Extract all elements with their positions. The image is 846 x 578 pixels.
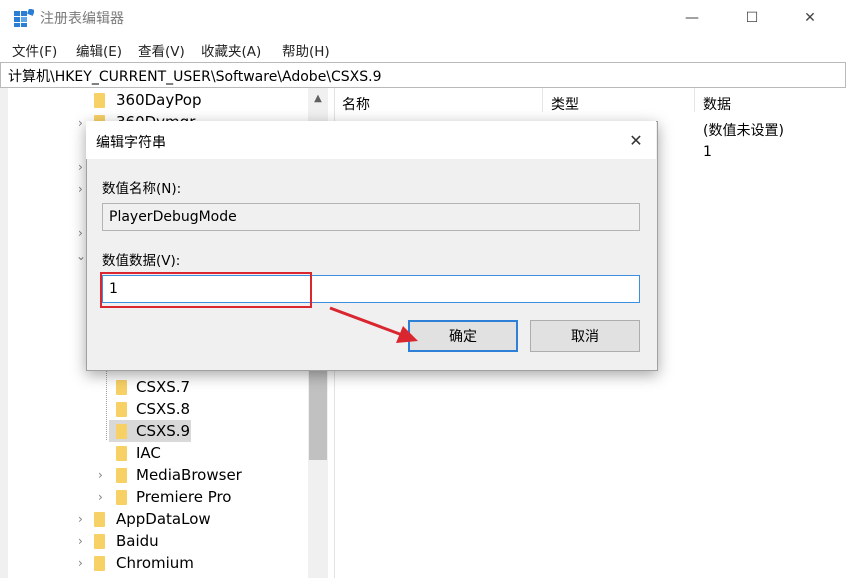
dialog-title-bar: [86, 121, 656, 159]
column-header-type[interactable]: 类型: [551, 94, 579, 114]
value-name-field: PlayerDebugMode: [102, 203, 640, 231]
menu-edit[interactable]: 编辑(E): [76, 40, 122, 60]
maximize-icon: ☐: [745, 10, 759, 26]
tree-item-premiere-pro[interactable]: Premiere Pro: [136, 488, 232, 506]
cancel-button[interactable]: 取消: [530, 320, 640, 352]
chevron-right-icon[interactable]: ›: [78, 556, 83, 570]
tree-item-appdatalow[interactable]: AppDataLow: [116, 510, 211, 528]
close-icon: ✕: [629, 130, 643, 150]
maximize-button[interactable]: ☐: [722, 0, 782, 36]
chevron-right-icon[interactable]: ›: [78, 534, 83, 548]
annotation-highlight-box: [100, 272, 312, 308]
folder-icon: [94, 556, 105, 571]
minimize-icon: —: [685, 10, 699, 26]
chevron-right-icon[interactable]: ›: [78, 116, 83, 130]
column-header-data[interactable]: 数据: [703, 94, 731, 114]
tree-item-csxs8[interactable]: CSXS.8: [136, 400, 190, 418]
folder-icon: [116, 468, 127, 483]
chevron-right-icon[interactable]: ›: [78, 182, 83, 196]
window-title: 注册表编辑器: [40, 11, 124, 27]
menu-file[interactable]: 文件(F): [12, 40, 57, 60]
close-button[interactable]: ✕: [780, 0, 840, 36]
tree-item-baidu[interactable]: Baidu: [116, 532, 159, 550]
folder-icon: [94, 534, 105, 549]
folder-open-icon: [116, 424, 127, 439]
column-divider[interactable]: [542, 88, 543, 112]
tree-connector: [106, 370, 108, 440]
minimize-button[interactable]: —: [662, 0, 722, 36]
chevron-right-icon[interactable]: ›: [78, 512, 83, 526]
dialog-title: 编辑字符串: [96, 135, 166, 151]
tree-scrollbar-thumb[interactable]: [309, 360, 327, 460]
chevron-right-icon[interactable]: ›: [98, 490, 103, 504]
folder-icon: [94, 93, 105, 108]
folder-icon: [116, 402, 127, 417]
tree-margin: [0, 88, 8, 578]
value-data-label: 数值数据(V):: [102, 253, 181, 269]
folder-icon: [116, 380, 127, 395]
tree-item-csxs9[interactable]: CSXS.9: [136, 422, 190, 440]
tree-item-chromium[interactable]: Chromium: [116, 554, 194, 572]
chevron-right-icon[interactable]: ›: [78, 226, 83, 240]
tree-item-360daypop[interactable]: 360DayPop: [116, 91, 201, 109]
close-icon: ✕: [804, 10, 816, 26]
tree-item-iac[interactable]: IAC: [136, 444, 161, 462]
chevron-right-icon[interactable]: ›: [98, 468, 103, 482]
folder-icon: [116, 446, 127, 461]
tree-item-csxs7[interactable]: CSXS.7: [136, 378, 190, 396]
value-name-label: 数值名称(N):: [102, 181, 182, 197]
chevron-right-icon[interactable]: ›: [78, 160, 83, 174]
dialog-close-button[interactable]: ✕: [618, 123, 654, 157]
ok-button[interactable]: 确定: [408, 320, 518, 352]
scroll-up-arrow-icon[interactable]: ▲: [308, 88, 328, 108]
menu-view[interactable]: 查看(V): [138, 40, 185, 60]
menu-favorites[interactable]: 收藏夹(A): [201, 40, 261, 60]
folder-icon: [116, 490, 127, 505]
menu-bar: [0, 37, 846, 61]
address-path[interactable]: 计算机\HKEY_CURRENT_USER\Software\Adobe\CSX…: [8, 66, 382, 86]
tree-item-mediabrowser[interactable]: MediaBrowser: [136, 466, 242, 484]
folder-icon: [94, 512, 105, 527]
chevron-down-icon[interactable]: ⌄: [76, 249, 86, 263]
value-row-data[interactable]: (数值未设置): [703, 120, 784, 140]
menu-help[interactable]: 帮助(H): [282, 40, 330, 60]
column-divider[interactable]: [694, 88, 695, 112]
regedit-app-icon: [14, 9, 34, 27]
value-row-data[interactable]: 1: [703, 144, 712, 160]
column-header-name[interactable]: 名称: [342, 94, 370, 114]
